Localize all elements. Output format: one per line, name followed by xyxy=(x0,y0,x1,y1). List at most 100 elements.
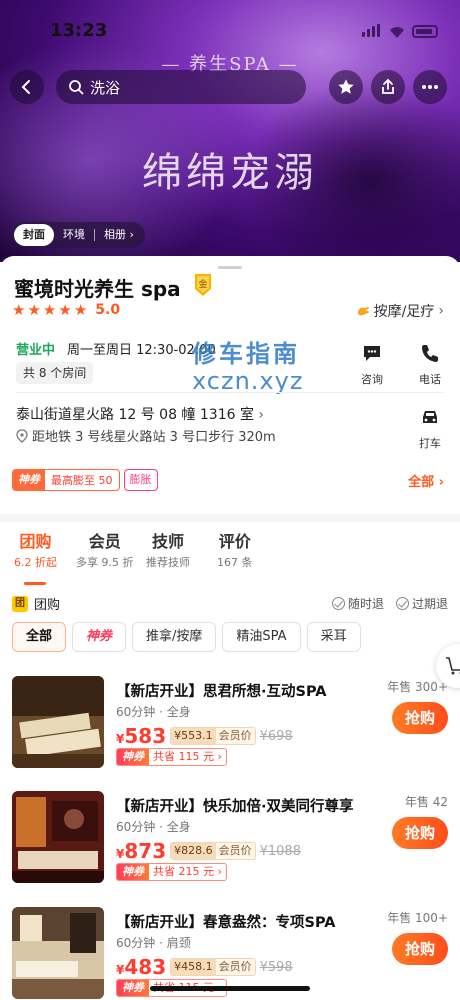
hero-tab-cover[interactable]: 封面 xyxy=(14,224,54,246)
member-price-value: ¥458.1 xyxy=(171,959,216,975)
battery-icon xyxy=(412,25,438,38)
deal-title: 【新店开业】快乐加倍·双美同行尊享 xyxy=(116,799,354,815)
gold-badge-text: 金 xyxy=(198,278,207,290)
shop-name: 蜜境时光养生 spa xyxy=(14,277,181,301)
phone-icon xyxy=(422,345,438,362)
tab-label: 会员 xyxy=(88,532,121,551)
section-tabs: 团购 6.2 折起 会员 多享 9.5 折 技师 推荐技师 评价 167 条 xyxy=(0,528,460,585)
deal-price: ¥583 xyxy=(116,724,166,748)
groupbuy-icon: 团 xyxy=(12,595,28,612)
savings-text: 共省 115 元 › xyxy=(153,750,222,763)
groupbuy-header: 团 团购 xyxy=(12,594,60,613)
tab-label: 技师 xyxy=(151,532,184,551)
original-price: ¥1088 xyxy=(259,843,301,859)
search-text: 洗浴 xyxy=(90,78,121,97)
chat-icon xyxy=(364,346,380,361)
annual-sales: 年售 42 xyxy=(404,795,448,809)
price-value: 873 xyxy=(124,839,167,863)
deal-item[interactable]: 【新店开业】快乐加倍·双美同行尊享 60分钟 · 全身 ¥873 ¥828.6 会… xyxy=(12,791,448,887)
rating-star: ★ xyxy=(27,300,41,319)
more-button[interactable] xyxy=(413,70,447,104)
drag-handle[interactable] xyxy=(218,266,242,269)
tab-member[interactable]: 会员 多享 9.5 折 xyxy=(76,528,134,570)
deal-price-row: ¥583 ¥553.1 会员价 ¥698 xyxy=(116,724,293,748)
tab-reviews[interactable]: 评价 167 条 xyxy=(217,528,253,570)
coupon-tag: 神券 xyxy=(13,470,45,490)
policy-expired: 过期退 xyxy=(395,595,448,612)
policy-text: 随时退 xyxy=(347,597,384,611)
status-time: 13:23 xyxy=(50,20,108,41)
star-icon xyxy=(338,79,354,94)
savings-tag: 神券 xyxy=(117,749,149,765)
search-icon xyxy=(69,80,84,95)
check-circle-icon xyxy=(331,597,345,610)
tab-label: 评价 xyxy=(218,532,251,551)
member-price-value: ¥828.6 xyxy=(171,843,216,859)
tab-underline xyxy=(24,582,46,585)
buy-button[interactable]: 抢购 xyxy=(392,817,448,849)
location-pin-icon xyxy=(16,428,28,443)
filter-coupon[interactable]: 神券 xyxy=(72,622,127,652)
car-icon xyxy=(423,411,437,423)
hero-banner[interactable]: 13:23 — 养生SPA — 绵绵宠溺 洗浴 封面 环境 相册 › xyxy=(0,0,460,262)
back-button[interactable] xyxy=(10,70,44,104)
filter-massage[interactable]: 推拿/按摩 xyxy=(132,622,217,652)
buy-button[interactable]: 抢购 xyxy=(392,702,448,734)
hero-tabs: 封面 环境 相册 › xyxy=(12,222,145,248)
signal-icon xyxy=(362,22,382,41)
savings-text: 共省 215 元 › xyxy=(153,865,222,878)
all-promos-link[interactable]: 全部 › xyxy=(408,471,444,490)
consult-button[interactable]: 咨询 xyxy=(352,342,392,387)
deal-meta: 60分钟 · 肩颈 xyxy=(116,936,191,950)
watermark: 修车指南 xczn.xyz xyxy=(192,334,303,395)
buy-button[interactable]: 抢购 xyxy=(392,933,448,965)
hand-icon xyxy=(357,307,369,316)
deal-price: ¥483 xyxy=(116,955,166,979)
share-icon xyxy=(382,78,394,94)
favorite-button[interactable] xyxy=(329,70,363,104)
filter-ear[interactable]: 采耳 xyxy=(306,622,361,652)
taxi-button[interactable]: 打车 xyxy=(410,406,450,451)
category-link[interactable]: 按摩/足疗 › xyxy=(356,301,444,321)
hero-tab-environment[interactable]: 环境 xyxy=(54,224,94,246)
shop-card: 蜜境时光养生 spa 金 ★ ★ ★ ★ ★ 5.0 按摩/足疗 › 营业中 周… xyxy=(0,256,460,1000)
promo-row[interactable]: 神券 最高膨至 50 膨胀 xyxy=(12,469,158,491)
policy-text: 过期退 xyxy=(411,597,448,611)
member-price: ¥553.1 会员价 xyxy=(170,727,256,745)
home-indicator[interactable] xyxy=(150,986,310,991)
watermark-line2: xczn.xyz xyxy=(192,367,304,395)
deal-title: 【新店开业】思君所想·互动SPA xyxy=(116,684,327,700)
section-gap xyxy=(0,514,460,522)
metro-info: 距地铁 3 号线星火路站 3 号口步行 320m xyxy=(16,426,276,445)
filter-all[interactable]: 全部 xyxy=(12,622,67,652)
tab-sub: 167 条 xyxy=(217,556,253,569)
savings-badge[interactable]: 神券 共省 215 元 › xyxy=(116,863,227,881)
coupon-text: 最高膨至 50 xyxy=(51,474,113,487)
call-button[interactable]: 电话 xyxy=(410,342,450,387)
deal-item[interactable]: 【新店开业】思君所想·互动SPA 60分钟 · 全身 ¥583 ¥553.1 会员… xyxy=(12,676,448,772)
savings-tag: 神券 xyxy=(117,980,149,996)
tab-groupbuy[interactable]: 团购 6.2 折起 xyxy=(14,528,57,570)
original-price: ¥598 xyxy=(259,959,293,975)
search-input[interactable]: 洗浴 xyxy=(56,70,306,104)
price-value: 483 xyxy=(124,955,167,979)
deal-thumbnail xyxy=(12,907,104,999)
tab-technician[interactable]: 技师 推荐技师 xyxy=(146,528,190,570)
chevron-left-icon xyxy=(21,80,30,94)
filter-oil-spa[interactable]: 精油SPA xyxy=(222,622,301,652)
savings-badge[interactable]: 神券共省 115 元 › xyxy=(116,748,227,766)
original-price: ¥698 xyxy=(259,728,293,744)
rating-star: ★ xyxy=(42,300,57,319)
share-button[interactable] xyxy=(371,70,405,104)
deal-price-row: ¥483 ¥458.1 会员价 ¥598 xyxy=(116,955,293,979)
deal-thumbnail xyxy=(12,791,104,883)
expand-promo[interactable]: 膨胀 xyxy=(123,469,158,491)
member-price: ¥458.1 会员价 xyxy=(170,958,256,976)
coupon-promo[interactable]: 神券 最高膨至 50 xyxy=(12,469,120,491)
status-icons xyxy=(362,22,438,41)
hero-tab-album[interactable]: 相册 › xyxy=(95,224,143,246)
chevron-right-icon: › xyxy=(438,303,444,319)
rating-star: ★ xyxy=(58,300,72,319)
address-link[interactable]: 泰山街道星火路 12 号 08 幢 1316 室 › xyxy=(16,404,264,424)
rating-star: ★ xyxy=(12,300,26,319)
